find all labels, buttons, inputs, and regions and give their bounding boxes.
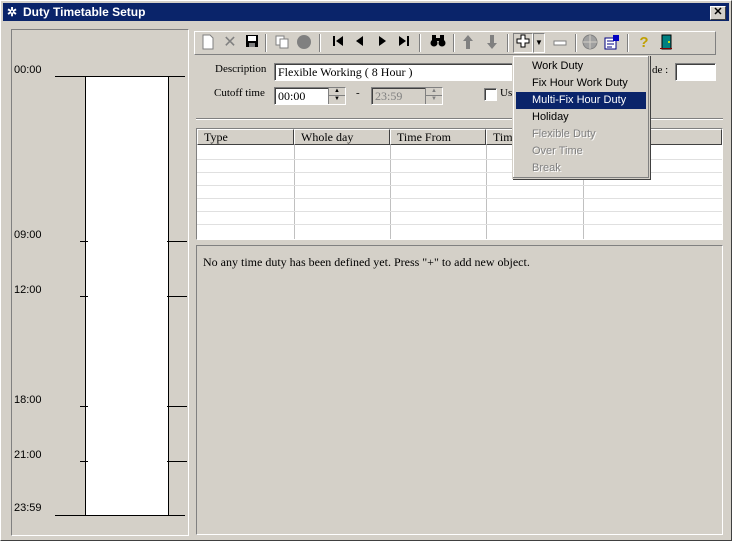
cutoff-to-spinner: ▲ ▼ xyxy=(425,88,442,104)
timeline-tick xyxy=(55,515,185,516)
timeline-label-0900: 09:00 xyxy=(14,229,42,241)
last-record-icon[interactable] xyxy=(395,34,413,52)
toolbar-separator xyxy=(319,34,321,52)
menu-item-multi-fix-hour-duty[interactable]: Multi-Fix Hour Duty xyxy=(516,92,646,109)
save-icon[interactable] xyxy=(243,34,261,52)
cutoff-to-value: 23:59 xyxy=(375,89,403,103)
use-checkbox[interactable] xyxy=(484,88,497,101)
menu-item-over-time: Over Time xyxy=(532,145,583,157)
timeline-bar[interactable] xyxy=(85,76,169,516)
timeline-tick xyxy=(80,241,88,242)
timeline-tick xyxy=(167,241,187,242)
toolbar-separator xyxy=(453,34,455,52)
minus-icon[interactable] xyxy=(551,34,569,52)
description-label: Description xyxy=(215,63,267,75)
window-title: Duty Timetable Setup xyxy=(23,5,146,19)
toolbar-separator xyxy=(575,34,577,52)
empty-message: No any time duty has been defined yet. P… xyxy=(203,255,530,269)
arrow-down-icon[interactable] xyxy=(483,34,501,52)
menu-item-fix-hour-work-duty[interactable]: Fix Hour Work Duty xyxy=(516,75,646,92)
timeline-label-1800: 18:00 xyxy=(14,394,42,406)
code-label: de : xyxy=(652,64,669,76)
grid-line xyxy=(197,224,722,225)
cutoff-from-input[interactable]: 00:00 ▲ ▼ xyxy=(274,87,346,105)
timeline-panel: 00:00 09:00 12:00 18:00 21:00 23:59 xyxy=(11,29,189,536)
cutoff-from-spinner[interactable]: ▲ ▼ xyxy=(328,88,345,104)
menu-item-work-duty[interactable]: Work Duty xyxy=(516,58,646,75)
help-icon[interactable]: ? xyxy=(635,34,653,52)
close-button[interactable]: ✕ xyxy=(710,6,726,20)
cutoff-to-input: 23:59 ▲ ▼ xyxy=(371,87,443,105)
timeline-label-1200: 12:00 xyxy=(14,284,42,296)
timeline-tick xyxy=(80,406,88,407)
title-bar: ✲ Duty Timetable Setup ✕ xyxy=(3,3,729,21)
toolbar-separator xyxy=(419,34,421,52)
column-header-time-from[interactable]: Time From xyxy=(390,129,486,145)
app-gear-icon: ✲ xyxy=(7,5,18,19)
timeline-label-2359: 23:59 xyxy=(14,502,42,514)
grid-line xyxy=(197,211,722,212)
chevron-down-icon[interactable]: ▼ xyxy=(533,33,545,53)
menu-item-break: Break xyxy=(532,162,561,174)
duty-timetable-window: ✲ Duty Timetable Setup ✕ 00:00 09:00 12:… xyxy=(0,0,732,541)
code-input[interactable] xyxy=(675,63,716,81)
globe-icon[interactable] xyxy=(581,34,599,52)
timeline-tick xyxy=(167,461,187,462)
plus-icon[interactable] xyxy=(513,33,533,53)
grid-line xyxy=(197,198,722,199)
circle-icon[interactable] xyxy=(295,34,313,52)
toolbar: ✕ ▼ ? xyxy=(194,31,716,55)
timeline-tick xyxy=(167,406,187,407)
binoculars-icon[interactable] xyxy=(429,34,447,52)
timeline-label-0000: 00:00 xyxy=(14,64,42,76)
timeline-label-2100: 21:00 xyxy=(14,449,42,461)
cutoff-dash: - xyxy=(356,87,360,99)
grid-line xyxy=(197,185,722,186)
add-type-menu: Work Duty Fix Hour Work Duty Multi-Fix H… xyxy=(512,55,650,179)
column-header-type[interactable]: Type xyxy=(197,129,294,145)
exit-door-icon[interactable] xyxy=(657,34,675,52)
toolbar-separator xyxy=(627,34,629,52)
new-document-icon[interactable] xyxy=(199,34,217,52)
use-checkbox-label: Us xyxy=(500,87,513,99)
cutoff-time-label: Cutoff time xyxy=(214,87,265,99)
prev-record-icon[interactable] xyxy=(351,34,369,52)
next-record-icon[interactable] xyxy=(373,34,391,52)
first-record-icon[interactable] xyxy=(329,34,347,52)
message-panel: No any time duty has been defined yet. P… xyxy=(196,245,723,535)
toolbar-separator xyxy=(265,34,267,52)
description-input[interactable]: Flexible Working ( 8 Hour ) xyxy=(274,63,514,81)
toolbar-separator xyxy=(507,34,509,52)
cutoff-from-value: 00:00 xyxy=(278,89,306,103)
arrow-up-icon[interactable] xyxy=(459,34,477,52)
delete-icon[interactable]: ✕ xyxy=(221,34,239,52)
menu-item-flexible-duty: Flexible Duty xyxy=(532,128,596,140)
properties-icon[interactable] xyxy=(603,34,621,52)
timeline-tick xyxy=(167,296,187,297)
column-header-whole-day[interactable]: Whole day xyxy=(294,129,390,145)
copy-icon[interactable] xyxy=(273,34,291,52)
menu-item-holiday[interactable]: Holiday xyxy=(516,109,646,126)
timeline-tick xyxy=(80,461,88,462)
timeline-tick xyxy=(80,296,88,297)
